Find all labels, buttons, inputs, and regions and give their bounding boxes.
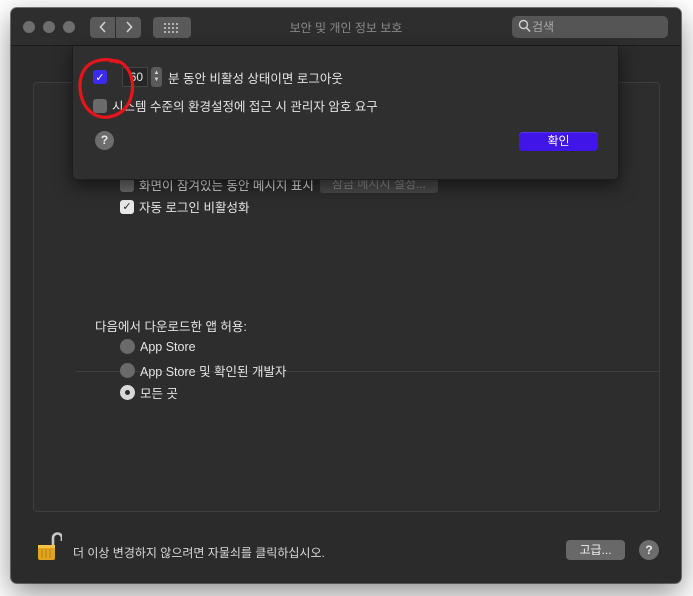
downloads-heading-label: 다음에서 다운로드한 앱 허용:	[95, 320, 247, 334]
lock-hint-text: 더 이상 변경하지 않으려면 자물쇠를 클릭하십시오.	[73, 546, 325, 560]
magnifier-icon	[518, 19, 531, 33]
radio-identified-developers-label: App Store 및 확인된 개발자	[140, 365, 287, 379]
require-admin-password-label: 시스템 수준의 환경설정에 접근 시 관리자 암호 요구	[112, 100, 378, 114]
radio-app-store[interactable]	[120, 339, 135, 354]
radio-anywhere-label: 모든 곳	[140, 387, 178, 401]
auto-logout-label: 분 동안 비활성 상태이면 로그아웃	[168, 71, 343, 86]
stepper-down-icon[interactable]: ▼	[154, 77, 160, 84]
ok-button[interactable]: 확인	[519, 132, 598, 151]
radio-anywhere-row[interactable]: 모든 곳	[120, 383, 178, 402]
radio-anywhere[interactable]	[120, 385, 135, 400]
stepper-up-icon[interactable]: ▲	[154, 70, 160, 77]
radio-identified-developers-row[interactable]: App Store 및 확인된 개발자	[120, 361, 287, 380]
radio-app-store-label: App Store	[140, 339, 196, 354]
logout-minutes-stepper[interactable]: ▲ ▼	[151, 67, 162, 87]
advanced-button[interactable]: 고급...	[566, 540, 625, 560]
open-lock-icon[interactable]	[36, 531, 62, 561]
disable-auto-login-label: 자동 로그인 비활성화	[139, 201, 250, 215]
sheet-help-button[interactable]: ?	[95, 131, 114, 150]
auto-login-row: ✓ 자동 로그인 비활성화	[120, 197, 249, 216]
search-input[interactable]	[532, 18, 662, 36]
advanced-sheet: ✓ 60 ▲ ▼ 분 동안 비활성 상태이면 로그아웃 시스템 수준의 환경설정…	[72, 46, 619, 180]
preferences-window: 보안 및 개인 정보 보호 화면이 잠겨있는 동안 메시지 표시 잠금 메시지 …	[11, 8, 681, 583]
radio-app-store-row[interactable]: App Store	[120, 339, 196, 354]
title-bar: 보안 및 개인 정보 보호	[11, 8, 681, 46]
disable-auto-login-checkbox[interactable]: ✓	[120, 199, 134, 214]
downloads-heading: 다음에서 다운로드한 앱 허용:	[95, 316, 247, 335]
radio-identified-developers[interactable]	[120, 363, 135, 378]
red-circle-annotation	[78, 58, 135, 119]
help-button[interactable]: ?	[639, 540, 659, 560]
search-field[interactable]	[512, 16, 668, 38]
